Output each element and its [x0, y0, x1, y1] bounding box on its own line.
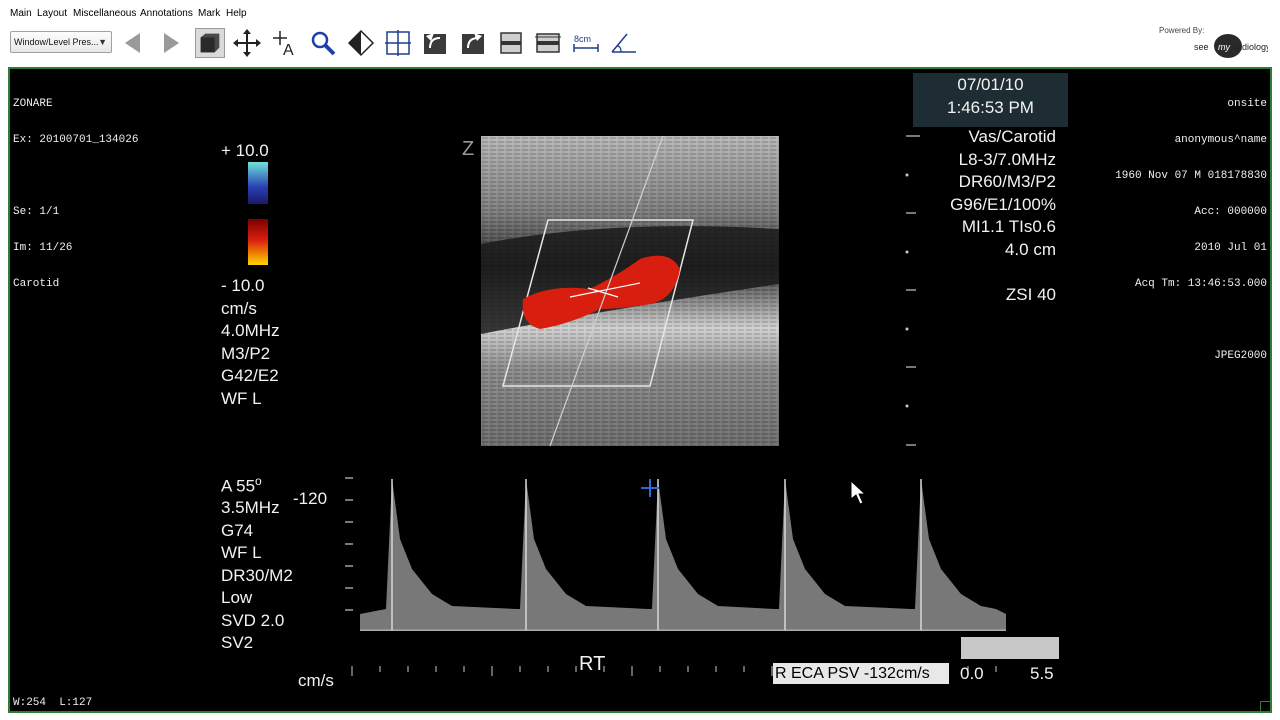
menu-mark[interactable]: Mark [198, 8, 220, 19]
toolbar: Window/Level Pres... ▼ A 8cm Powered By:… [0, 24, 1280, 66]
chevron-down-icon: ▼ [98, 37, 107, 47]
rotate-left-icon[interactable] [420, 28, 450, 58]
time-scale-bar [961, 637, 1059, 659]
svg-text:see: see [1194, 42, 1209, 52]
flip-vertical-icon[interactable] [496, 28, 526, 58]
rotate-right-icon[interactable] [458, 28, 488, 58]
crosshair-icon[interactable] [383, 28, 413, 58]
time-scale-start: 0.0 [960, 664, 984, 683]
menu-annotations[interactable]: Annotations [140, 8, 193, 19]
menu-layout[interactable]: Layout [37, 8, 67, 19]
ruler-label: 8cm [574, 34, 591, 44]
crosshair-cursor-icon [641, 479, 659, 497]
menu-main[interactable]: Main [10, 8, 32, 19]
ruler-icon[interactable]: 8cm [571, 28, 601, 58]
svg-text:A: A [283, 42, 294, 58]
flip-horizontal-icon[interactable] [533, 28, 563, 58]
doppler-waveform [360, 479, 1006, 630]
menu-miscellaneous[interactable]: Miscellaneous [73, 8, 136, 19]
time-scale-end: 5.5 [1030, 664, 1054, 683]
cube-icon[interactable] [195, 28, 225, 58]
pan-icon[interactable] [232, 28, 262, 58]
viewport-corner-handle[interactable] [1260, 701, 1270, 711]
invert-icon[interactable] [346, 28, 376, 58]
side-label: RT [579, 653, 606, 675]
probe-orientation-mark: Z [462, 138, 474, 160]
angle-icon[interactable] [609, 28, 639, 58]
window-level-preset-value: Window/Level Pres... [14, 37, 99, 47]
seemyradiology-logo: see my radiology [1194, 34, 1268, 58]
menu-bar: Main Layout Miscellaneous Annotations Ma… [0, 0, 1280, 24]
ultrasound-image: Z [345, 135, 1006, 676]
svg-text:my: my [1218, 42, 1230, 52]
psv-measurement-box: R ECA PSV -132cm/s [773, 663, 949, 684]
menu-help[interactable]: Help [226, 8, 247, 19]
mouse-pointer-icon [850, 479, 867, 505]
text-annotation-icon[interactable]: A [270, 28, 300, 58]
image-viewport[interactable]: ZONARE Ex: 20100701_134026 Se: 1/1 Im: 1… [8, 67, 1272, 713]
depth-scale [906, 135, 920, 446]
window-level-preset-select[interactable]: Window/Level Pres... ▼ [10, 31, 112, 53]
doppler-velocity-scale [345, 477, 353, 611]
prev-arrow-icon[interactable] [118, 28, 148, 58]
psv-measurement-text: R ECA PSV -132cm/s [775, 665, 930, 682]
zoom-icon[interactable] [308, 28, 338, 58]
next-arrow-icon[interactable] [156, 28, 186, 58]
doppler-spectrum [360, 479, 1006, 630]
svg-text:radiology: radiology [1234, 42, 1268, 52]
